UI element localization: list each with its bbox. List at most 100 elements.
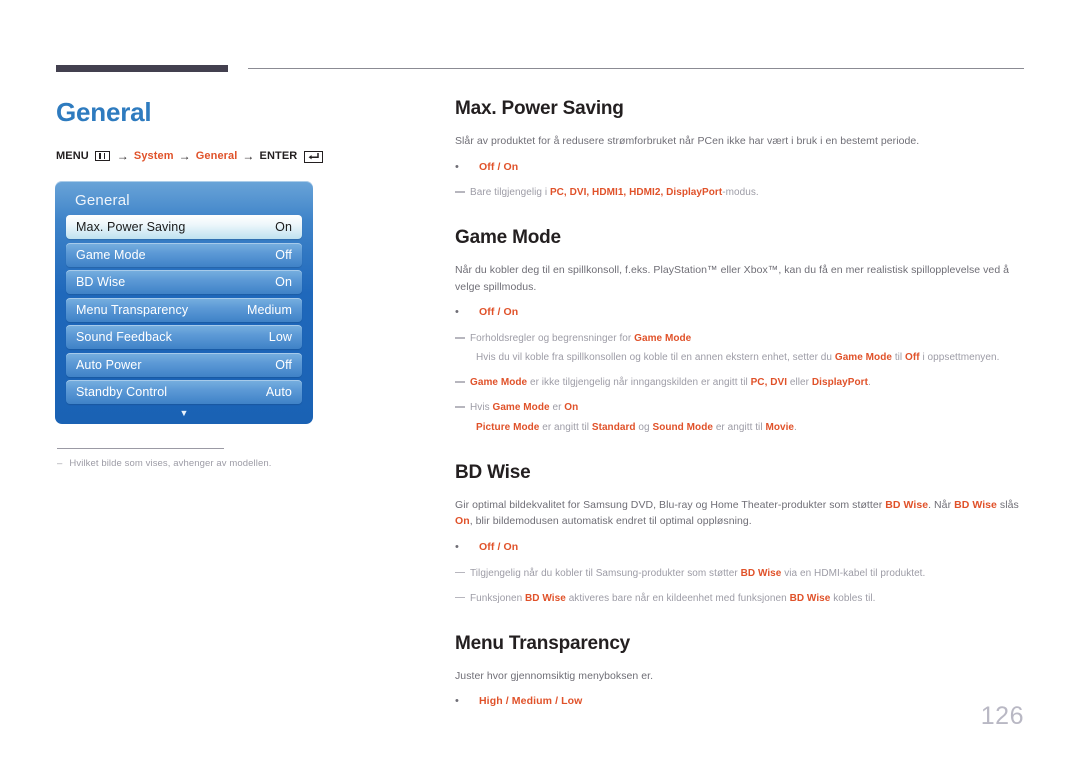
section-title: Menu Transparency [455, 632, 631, 654]
note-part: er ikke tilgjengelig når inngangskilden … [527, 377, 751, 389]
note-emphasis: Standard [591, 421, 636, 433]
footnote-text: Hvilket bilde som vises, avhenger av mod… [69, 458, 272, 469]
note-emphasis: Game Mode [634, 332, 692, 344]
breadcrumb-menu-label: MENU [56, 149, 89, 162]
osd-row-value: Auto [265, 385, 292, 399]
note-part: Funksjonen [470, 592, 526, 604]
note-part: . [867, 377, 871, 389]
note-part: Forholdsregler og begrensninger for [470, 332, 635, 344]
footnote-row: – Hvilket bilde som vises, avhenger av m… [57, 458, 387, 469]
options-bullet: • Off / On [455, 159, 1025, 176]
note-emphasis: BD Wise [525, 592, 566, 604]
footnote-dash: – [57, 458, 63, 469]
osd-row-value: Low [268, 330, 292, 344]
section-note: Hvis Game Mode er On [455, 400, 1025, 416]
osd-row-sound-feedback[interactable]: Sound Feedback Low [66, 325, 302, 349]
section-title: Game Mode [455, 227, 561, 249]
section-bd-wise: BD Wise Gir optimal bildekvalitet for Sa… [455, 462, 1025, 607]
osd-row-auto-power[interactable]: Auto Power Off [66, 352, 302, 377]
note-emphasis: Sound Mode [652, 421, 713, 433]
section-note-sub: Hvis du vil koble fra spillkonsollen og … [455, 350, 1025, 366]
osd-row-label: BD Wise [76, 275, 126, 289]
section-game-mode: Game Mode Når du kobler deg til en spill… [455, 227, 1025, 436]
osd-row-value: Off [275, 247, 292, 262]
note-part: -modus. [722, 187, 759, 199]
section-note-sub: Picture Mode er angitt til Standard og S… [455, 420, 1025, 436]
options-bullet: • Off / On [455, 304, 1025, 321]
chevron-down-icon[interactable]: ▼ [55, 409, 313, 418]
note-emphasis: BD Wise [740, 567, 782, 579]
bullet-dot: • [455, 695, 459, 708]
breadcrumb-arrow-1: → [116, 148, 129, 163]
body-emphasis: On [455, 515, 470, 528]
section-note: Bare tilgjengelig i PC, DVI, HDMI1, HDMI… [455, 185, 1025, 201]
note-emphasis: Game Mode [470, 377, 528, 389]
options-bullet: • Off / On [455, 539, 1025, 556]
note-emphasis: Game Mode [834, 352, 892, 364]
body-part: . Når [928, 498, 955, 511]
note-emphasis: BD Wise [789, 592, 831, 604]
osd-menu-panel: General Max. Power Saving On Game Mode O… [55, 181, 313, 424]
breadcrumb-step-general: General [195, 149, 238, 162]
options-value: Off / On [479, 541, 519, 554]
note-part: Hvis du vil koble fra spillkonsollen og … [476, 352, 835, 364]
osd-row-label: Sound Feedback [76, 330, 172, 344]
note-emphasis: Game Mode [492, 402, 550, 414]
osd-row-max-power-saving[interactable]: Max. Power Saving On [66, 215, 302, 239]
section-note: Game Mode er ikke tilgjengelig når innga… [455, 375, 1025, 391]
section-menu-transparency: Menu Transparency Juster hvor gjennomsik… [455, 633, 1025, 710]
osd-row-label: Standby Control [76, 385, 168, 399]
bullet-dot: • [455, 541, 459, 554]
options-bullet: • High / Medium / Low [455, 693, 1025, 710]
note-part: i oppsettmenyen. [919, 352, 1000, 364]
note-emphasis: Off [905, 352, 920, 364]
osd-row-menu-transparency[interactable]: Menu Transparency Medium [66, 297, 302, 322]
note-emphasis: On [564, 402, 579, 414]
section-body: Når du kobler deg til en spillkonsoll, f… [455, 264, 1010, 293]
page-title: General [56, 97, 152, 127]
section-body: Slår av produktet for å redusere strømfo… [455, 135, 920, 147]
body-emphasis: BD Wise [954, 498, 997, 511]
osd-row-label: Menu Transparency [76, 302, 189, 317]
note-part: . [794, 421, 797, 433]
note-part: eller [787, 377, 812, 389]
body-part: , blir bildemodusen automatisk endret ti… [469, 515, 752, 528]
breadcrumb-enter-label: ENTER [259, 149, 298, 162]
note-emphasis: Picture Mode [476, 421, 540, 433]
note-emphasis: Movie [765, 421, 795, 433]
osd-row-standby-control[interactable]: Standby Control Auto [66, 380, 302, 404]
body-emphasis: BD Wise [885, 498, 929, 511]
page-number: 126 [980, 702, 1024, 730]
osd-row-bd-wise[interactable]: BD Wise On [66, 270, 302, 294]
note-part: er [549, 402, 565, 414]
header-accent-bar [56, 65, 228, 72]
left-column: General MENU → System → General → ENTER [56, 98, 436, 180]
left-footnote: – Hvilket bilde som vises, avhenger av m… [57, 448, 387, 469]
options-value: High / Medium / Low [479, 695, 583, 708]
section-title: BD Wise [455, 461, 531, 483]
section-note: Forholdsregler og begrensninger for Game… [455, 331, 1025, 347]
breadcrumb-arrow-2: → [178, 148, 191, 163]
osd-row-value: Medium [246, 302, 292, 317]
note-part: er angitt til [539, 421, 592, 433]
menu-bars-icon [94, 151, 110, 162]
section-max-power-saving: Max. Power Saving Slår av produktet for … [455, 98, 1025, 201]
section-note: Tilgjengelig når du kobler til Samsung-p… [455, 566, 1025, 582]
note-part: og [635, 421, 653, 433]
bullet-dot: • [455, 306, 459, 319]
note-part: Tilgjengelig når du kobler til Samsung-p… [470, 567, 741, 579]
section-title: Max. Power Saving [455, 98, 624, 119]
body-part: Gir optimal bildekvalitet for Samsung DV… [455, 498, 886, 511]
footnote-rule [57, 448, 224, 449]
osd-row-game-mode[interactable]: Game Mode Off [66, 242, 302, 267]
manual-page: General MENU → System → General → ENTER … [0, 0, 1080, 763]
section-note: Funksjonen BD Wise aktiveres bare når en… [455, 591, 1025, 607]
header-rule-line [248, 68, 1024, 69]
note-part: aktiveres bare når en kildeenhet med fun… [565, 592, 790, 604]
osd-row-label: Auto Power [76, 357, 142, 372]
note-part: Hvis [470, 402, 493, 414]
options-value: Off / On [479, 160, 519, 173]
enter-key-icon [304, 150, 324, 163]
breadcrumb: MENU → System → General → ENTER [56, 149, 436, 163]
osd-row-value: Off [275, 357, 292, 372]
